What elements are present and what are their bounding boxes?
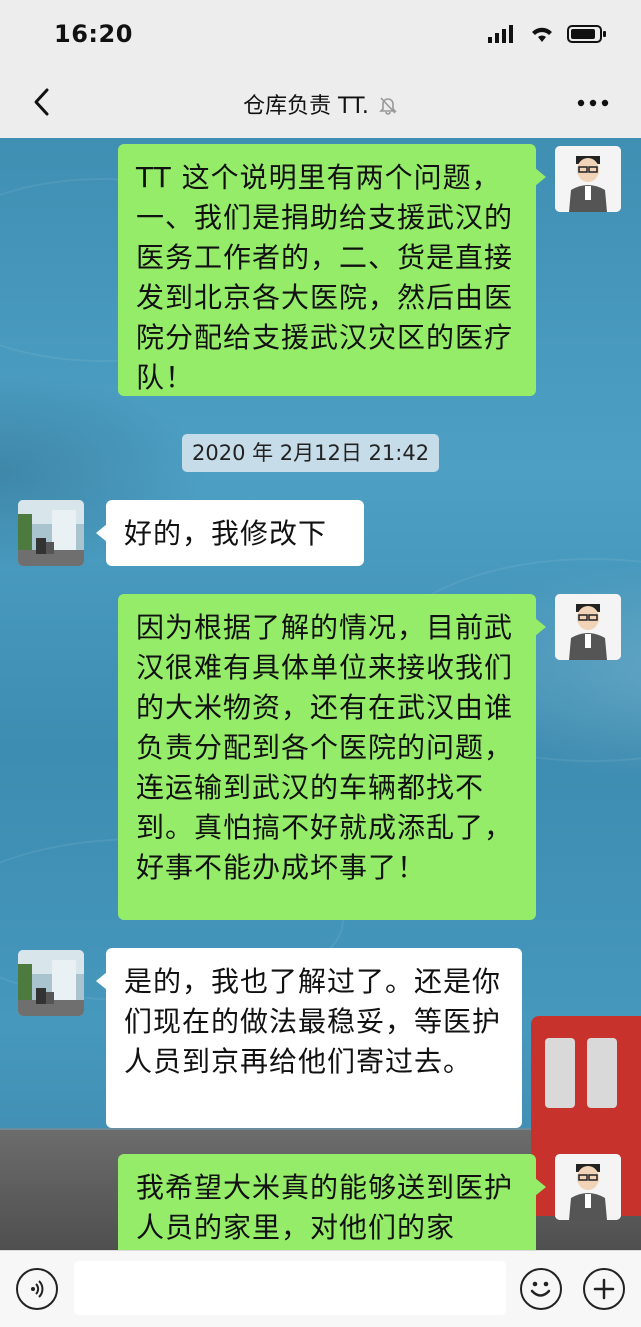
avatar-photo-icon bbox=[18, 500, 84, 566]
message-timestamp: 2020 年 2月12日 21:42 bbox=[182, 434, 440, 472]
message-bubble-sent[interactable]: TT 这个说明里有两个问题，一、我们是捐助给支援武汉的医务工作者的，二、货是直接… bbox=[118, 144, 546, 396]
chat-area[interactable]: TT 这个说明里有两个问题，一、我们是捐助给支援武汉的医务工作者的，二、货是直接… bbox=[0, 138, 641, 1250]
message-bubble-received[interactable]: 是的，我也了解过了。还是你们现在的做法最稳妥，等医护人员到京再给他们寄过去。 bbox=[96, 948, 522, 1128]
bg-truck-window bbox=[545, 1038, 575, 1108]
avatar-photo-icon bbox=[18, 950, 84, 1016]
plus-icon bbox=[593, 1278, 615, 1300]
chat-header: 仓库负责 TT. bbox=[0, 68, 641, 138]
chat-title: 仓库负责 TT. bbox=[243, 94, 369, 119]
more-button[interactable] bbox=[573, 86, 613, 120]
battery-icon bbox=[567, 25, 606, 43]
avatar[interactable] bbox=[555, 146, 621, 212]
message-bubble-received[interactable]: 好的，我修改下 bbox=[96, 500, 364, 566]
plus-button[interactable] bbox=[583, 1268, 625, 1310]
message-input[interactable] bbox=[74, 1261, 506, 1315]
chat-title-wrap: 仓库负责 TT. bbox=[0, 88, 641, 120]
emoji-icon bbox=[530, 1281, 551, 1297]
status-bar: 16:20 bbox=[0, 0, 641, 68]
status-time: 16:20 bbox=[54, 20, 133, 48]
voice-button[interactable] bbox=[16, 1268, 58, 1310]
avatar-cartoon-man-icon bbox=[555, 594, 621, 660]
message-bubble-sent[interactable]: 我希望大米真的能够送到医护人员的家里，对他们的家 bbox=[118, 1154, 546, 1250]
signal-icon bbox=[488, 25, 513, 43]
avatar-cartoon-man-icon bbox=[555, 1154, 621, 1220]
input-bar bbox=[0, 1250, 641, 1327]
avatar[interactable] bbox=[555, 1154, 621, 1220]
avatar[interactable] bbox=[555, 594, 621, 660]
bg-truck-window bbox=[587, 1038, 617, 1108]
voice-icon bbox=[31, 1280, 44, 1298]
more-dots-icon bbox=[577, 99, 609, 107]
contact-avatar[interactable] bbox=[18, 500, 84, 566]
status-icons bbox=[487, 24, 607, 44]
wifi-icon bbox=[532, 27, 552, 42]
avatar-cartoon-man-icon bbox=[555, 146, 621, 212]
bell-off-icon bbox=[379, 97, 397, 115]
message-bubble-sent[interactable]: 因为根据了解的情况，目前武汉很难有具体单位来接收我们的大米物资，还有在武汉由谁负… bbox=[118, 594, 546, 920]
contact-avatar[interactable] bbox=[18, 950, 84, 1016]
emoji-button[interactable] bbox=[520, 1268, 562, 1310]
